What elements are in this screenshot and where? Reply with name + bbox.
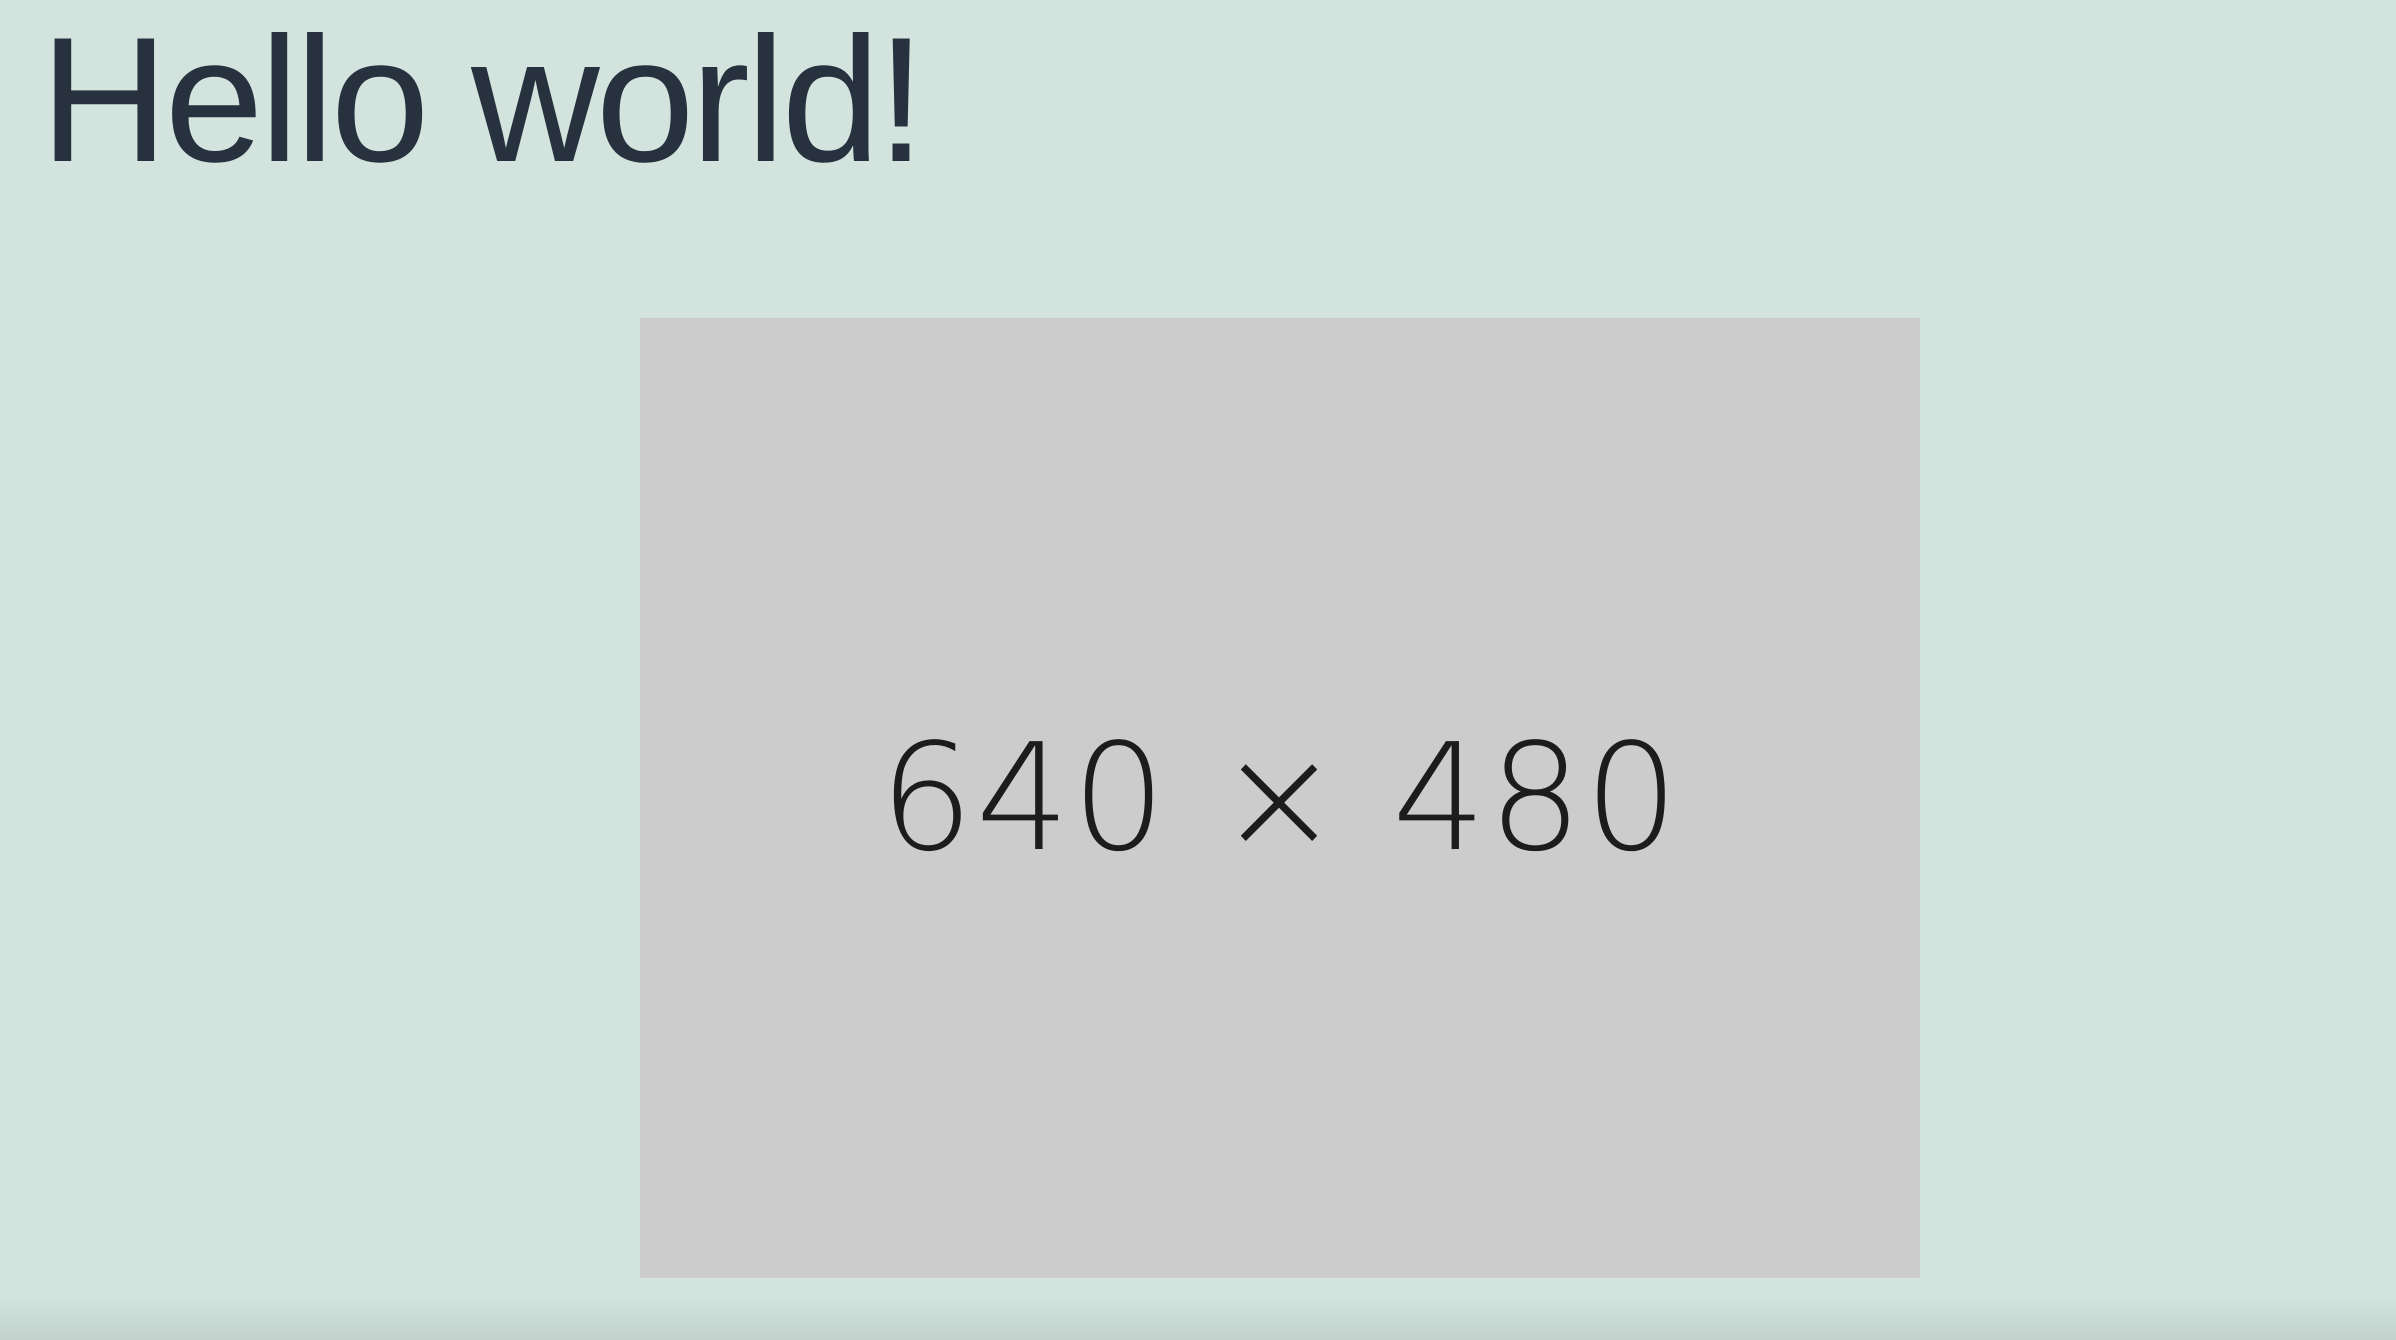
placeholder-dimensions-label: 640 × 480 — [879, 712, 1681, 884]
placeholder-image: 640 × 480 — [640, 318, 1920, 1278]
page-title: Hello world! — [40, 0, 926, 199]
bottom-edge-shadow — [0, 1296, 2396, 1340]
